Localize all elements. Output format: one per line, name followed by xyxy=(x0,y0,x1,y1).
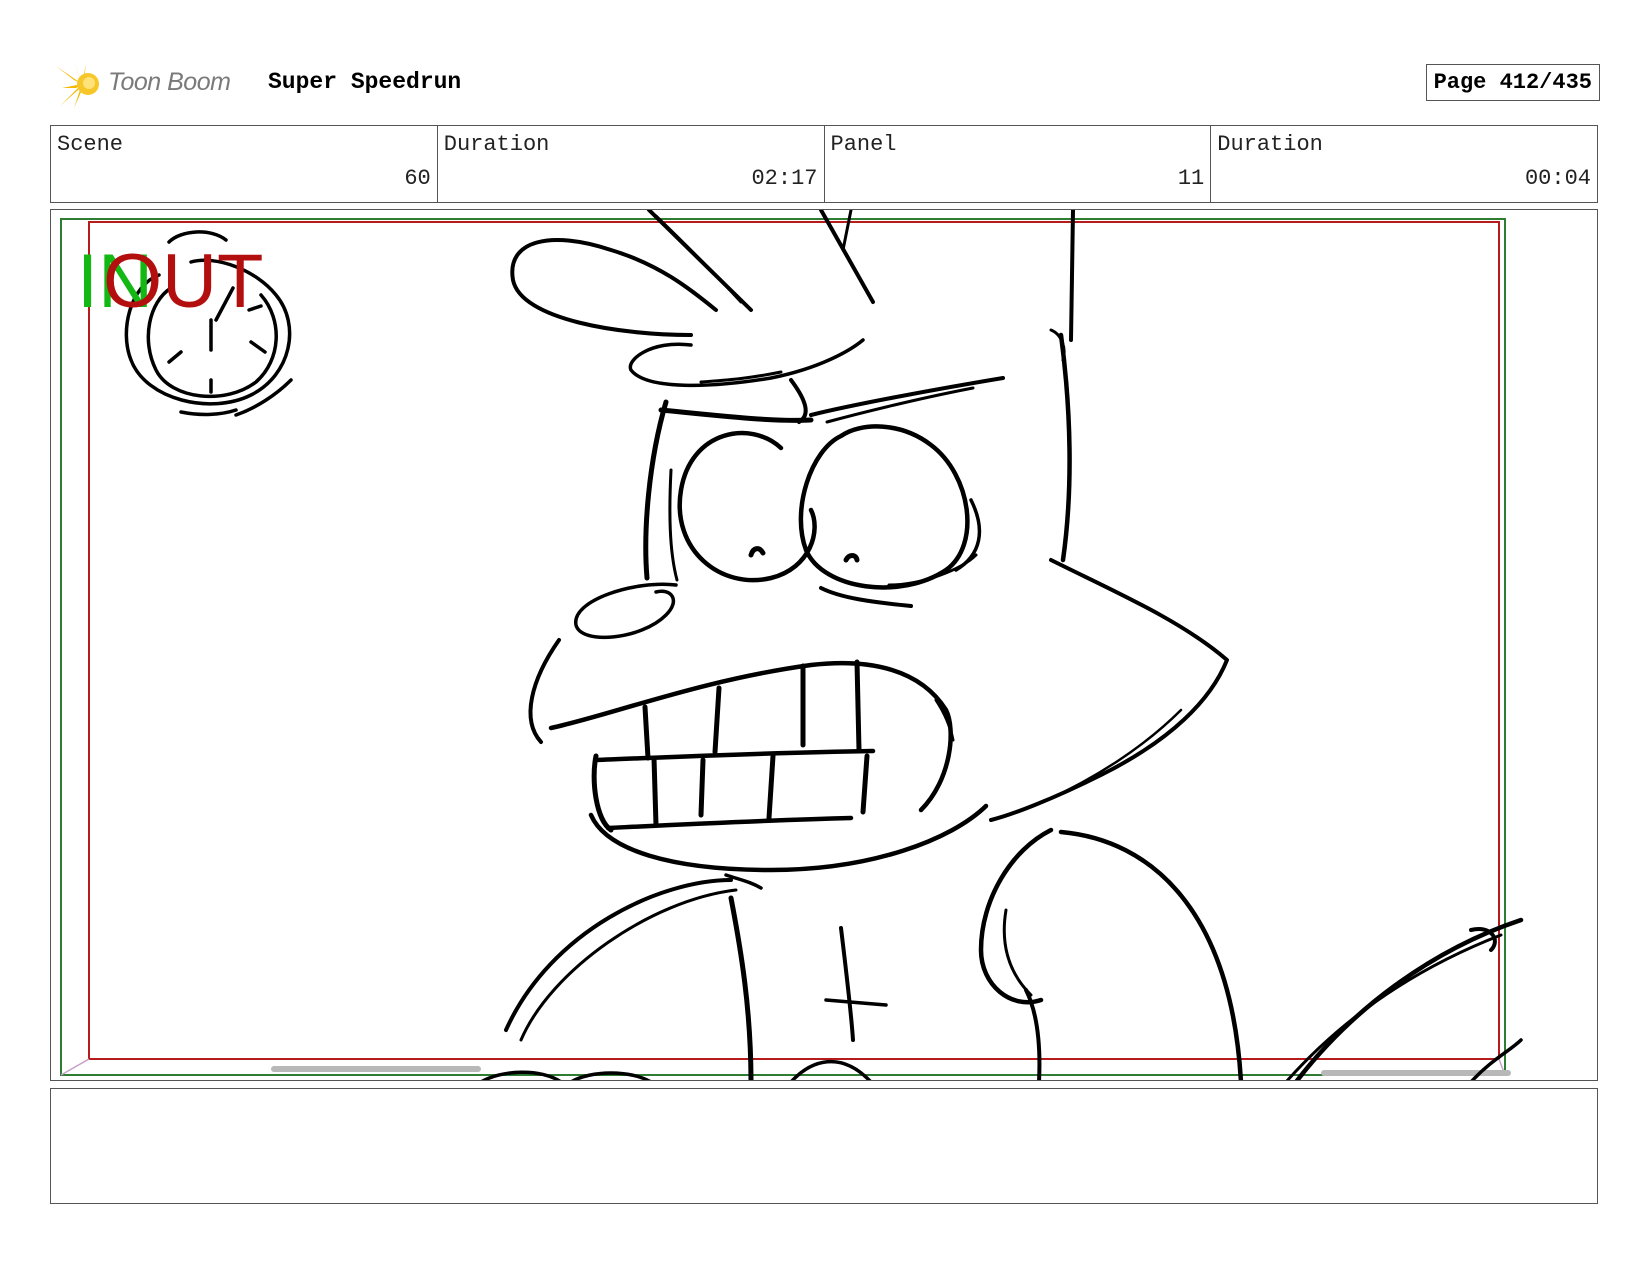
storyboard-header: Toon Boom Super Speedrun Page 412/435 xyxy=(52,56,1600,110)
camera-frame-red xyxy=(88,221,1500,1060)
project-title: Super Speedrun xyxy=(268,69,462,95)
storyboard-panel-image: IN OUT xyxy=(50,209,1598,1081)
page-number: Page 412/435 xyxy=(1425,64,1600,101)
toon-boom-logo: Toon Boom xyxy=(52,56,252,110)
scene-cell: Scene 60 xyxy=(51,126,438,202)
camera-frame-green xyxy=(60,218,1506,1076)
character-sketch xyxy=(124,210,1524,1080)
scene-label: Scene xyxy=(57,132,124,157)
scene-value: 60 xyxy=(404,166,431,191)
scene-duration-value: 02:17 xyxy=(751,166,818,191)
scene-duration-cell: Duration 02:17 xyxy=(438,126,825,202)
out-marker: OUT xyxy=(103,239,264,324)
scene-duration-label: Duration xyxy=(443,132,550,157)
panel-info-table: Scene 60 Duration 02:17 Panel 11 Duratio… xyxy=(50,125,1598,203)
panel-cell: Panel 11 xyxy=(825,126,1212,202)
panel-duration-label: Duration xyxy=(1217,132,1323,157)
star-burst-icon xyxy=(56,62,99,108)
panel-value: 11 xyxy=(1177,166,1205,191)
panel-duration-cell: Duration 00:04 xyxy=(1211,126,1597,202)
panel-drawing xyxy=(60,210,1524,1080)
panel-label: Panel xyxy=(830,132,897,157)
panel-duration-value: 00:04 xyxy=(1524,166,1591,191)
panel-notes xyxy=(50,1088,1598,1204)
logo-text: Toon Boom xyxy=(108,68,231,96)
